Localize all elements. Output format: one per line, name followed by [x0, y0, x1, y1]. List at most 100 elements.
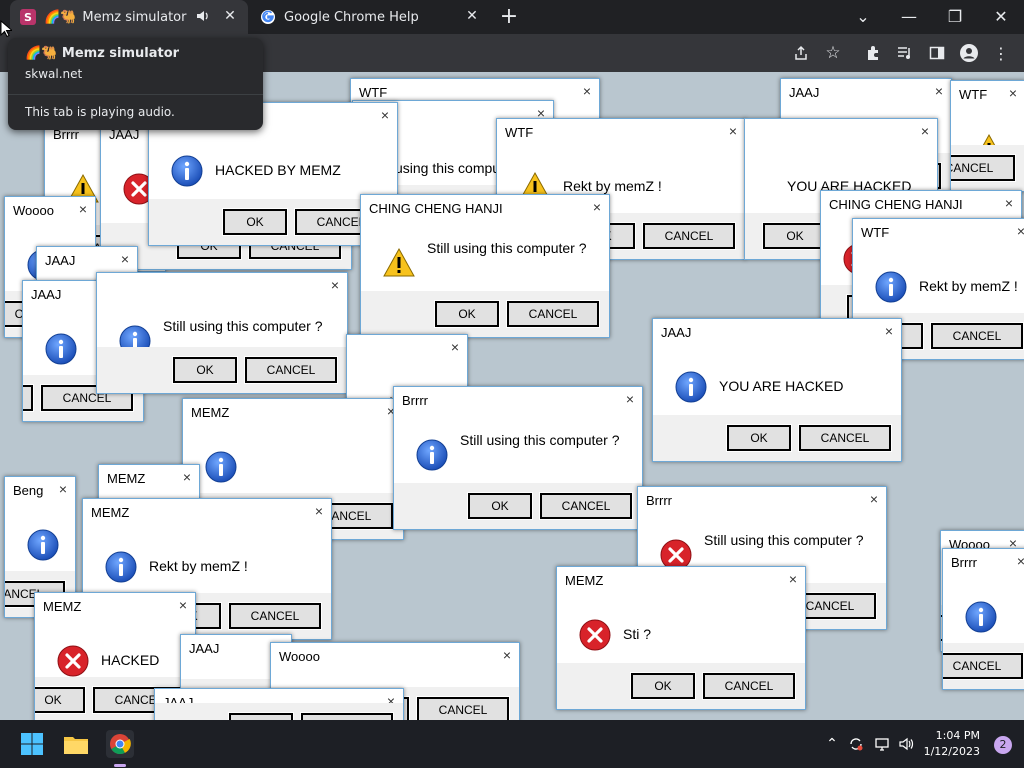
dialog-close-icon[interactable]: ×: [331, 277, 339, 293]
dialog-title: CHING CHENG HANJI: [829, 197, 963, 212]
memz-dialog[interactable]: × Still using this computer ? OK CANCEL: [96, 272, 348, 394]
close-tab-icon[interactable]: ✕: [464, 8, 480, 24]
dialog-close-icon[interactable]: ×: [921, 123, 929, 139]
dialog-close-icon[interactable]: ×: [59, 481, 67, 497]
memz-dialog[interactable]: Brrrr × Still using this computer ? OKCANCE…: [393, 386, 643, 530]
ok-button[interactable]: OK: [762, 222, 828, 250]
info-icon: [965, 601, 997, 633]
tab-emoji: 🌈🐫: [44, 9, 77, 25]
dialog-close-icon[interactable]: ×: [451, 339, 459, 355]
close-tab-icon[interactable]: ✕: [222, 8, 238, 24]
dialog-close-icon[interactable]: ×: [583, 83, 591, 99]
dialog-close-icon[interactable]: ×: [789, 571, 797, 587]
ok-button[interactable]: OK: [434, 300, 500, 328]
dialog-title: CHING CHENG HANJI: [369, 201, 503, 216]
share-icon[interactable]: [790, 42, 812, 64]
ok-button[interactable]: OK: [222, 208, 288, 236]
dialog-title: JAAJ: [661, 325, 692, 340]
memz-dialog[interactable]: JAAJ × YOU ARE HACKED OK CANCEL: [652, 318, 902, 462]
cancel-button[interactable]: CANCEL: [930, 322, 1024, 350]
dialog-close-icon[interactable]: ×: [179, 597, 187, 613]
speaker-icon[interactable]: [196, 9, 210, 23]
dialog-message: Still using this computer ?: [163, 318, 323, 334]
ok-button[interactable]: OK: [35, 686, 86, 714]
dialog-close-icon[interactable]: ×: [381, 107, 389, 123]
cancel-button[interactable]: CANCEL: [416, 696, 510, 720]
profile-avatar-icon[interactable]: [958, 42, 980, 64]
dialog-close-icon[interactable]: ×: [503, 647, 511, 663]
memz-dialog[interactable]: CHING CHENG HANJI × Still using this compu…: [360, 194, 610, 338]
dialog-close-icon[interactable]: ×: [870, 491, 878, 507]
memz-dialog[interactable]: Brrrr × OKCANCEL: [942, 548, 1024, 690]
bookmark-star-icon[interactable]: ☆: [822, 42, 844, 64]
dialog-button-bar: OKCANCEL: [943, 643, 1024, 689]
dialog-close-icon[interactable]: ×: [593, 199, 601, 215]
file-explorer-icon[interactable]: [62, 730, 90, 758]
media-control-icon[interactable]: [894, 42, 916, 64]
memz-dialog[interactable]: MEMZ × Sti ? OK CANCEL: [556, 566, 806, 710]
side-panel-icon[interactable]: [926, 42, 948, 64]
kebab-menu-icon[interactable]: ⋮: [990, 42, 1012, 64]
dialog-title: MEMZ: [107, 471, 146, 486]
dialog-close-icon[interactable]: ×: [1017, 553, 1024, 569]
dialog-title: Brrrr: [951, 555, 977, 570]
dialog-close-icon[interactable]: ×: [121, 251, 129, 267]
extensions-puzzle-icon[interactable]: [862, 42, 884, 64]
windows-start-icon[interactable]: [18, 730, 46, 758]
tab-search-chevron-icon[interactable]: ⌄: [840, 0, 886, 32]
dialog-close-icon[interactable]: ×: [885, 323, 893, 339]
tab-memz-simulator[interactable]: S 🌈🐫 Memz simulator ✕: [10, 0, 248, 34]
ok-button[interactable]: OK: [467, 492, 533, 520]
ok-button[interactable]: OK: [172, 356, 238, 384]
dialog-close-icon[interactable]: ×: [79, 201, 87, 217]
dialog-message: Sti ?: [623, 626, 652, 642]
dialog-close-icon[interactable]: ×: [183, 469, 191, 485]
cancel-button[interactable]: CANCEL: [506, 300, 600, 328]
minimize-icon[interactable]: —: [886, 0, 932, 32]
ok-button[interactable]: OK: [228, 712, 294, 720]
dialog-title: WTF: [505, 125, 534, 140]
memz-dialog[interactable]: WTF × OKCANCEL: [950, 80, 1024, 192]
error-icon: [579, 619, 611, 651]
cancel-button[interactable]: CANCEL: [244, 356, 338, 384]
memz-dialog-area: WTF×OKCANCELJAAJ×OKCANCELWTF×OKCANCELBrr…: [0, 72, 1024, 720]
info-icon: [27, 529, 59, 561]
dialog-close-icon[interactable]: ×: [315, 503, 323, 519]
dialog-close-icon[interactable]: ×: [1005, 195, 1013, 211]
dialog-close-icon[interactable]: ×: [1017, 223, 1024, 239]
ok-button[interactable]: OK: [630, 672, 696, 700]
new-tab-plus-icon[interactable]: +: [498, 6, 520, 28]
cancel-button[interactable]: CANCEL: [300, 712, 394, 720]
dialog-title: JAAJ: [31, 287, 62, 302]
ok-button[interactable]: OK: [726, 424, 792, 452]
chrome-tab-strip: S 🌈🐫 Memz simulator ✕ Google Chrome Help…: [0, 0, 1024, 34]
cancel-button[interactable]: CANCEL: [228, 602, 322, 630]
chrome-taskbar-icon[interactable]: [106, 730, 134, 758]
cancel-button[interactable]: CANCEL: [702, 672, 796, 700]
cancel-button[interactable]: CANCEL: [798, 424, 892, 452]
notification-badge[interactable]: 2: [994, 736, 1012, 754]
info-icon: [45, 333, 77, 365]
close-window-icon[interactable]: ✕: [978, 0, 1024, 32]
hovercard-title: Memz simulator: [61, 46, 180, 61]
cancel-button[interactable]: CANCEL: [539, 492, 633, 520]
dialog-button-bar: OKCANCEL: [653, 415, 901, 461]
dialog-close-icon[interactable]: ×: [729, 123, 737, 139]
taskbar-clock[interactable]: 1:04 PM 1/12/2023: [924, 728, 980, 760]
restore-icon[interactable]: ❐: [932, 0, 978, 32]
sync-icon[interactable]: [842, 730, 870, 758]
hovercard-emoji: 🌈🐫: [25, 46, 58, 61]
cancel-button[interactable]: CANCEL: [951, 154, 1016, 182]
dialog-message: YOU ARE HACKED: [719, 378, 844, 394]
cancel-button[interactable]: CANCEL: [943, 652, 1024, 680]
info-icon: [875, 271, 907, 303]
dialog-close-icon[interactable]: ×: [1009, 85, 1017, 101]
ok-button[interactable]: OK: [23, 384, 34, 412]
dialog-close-icon[interactable]: ×: [935, 83, 943, 99]
memz-dialog[interactable]: JAAJ×OKCANCEL: [154, 688, 404, 720]
tab-google-chrome-help[interactable]: Google Chrome Help ✕: [250, 0, 490, 34]
cancel-button[interactable]: CANCEL: [642, 222, 736, 250]
dialog-close-icon[interactable]: ×: [626, 391, 634, 407]
volume-icon[interactable]: [892, 730, 920, 758]
dialog-button-bar: OKCANCEL: [951, 145, 1024, 191]
